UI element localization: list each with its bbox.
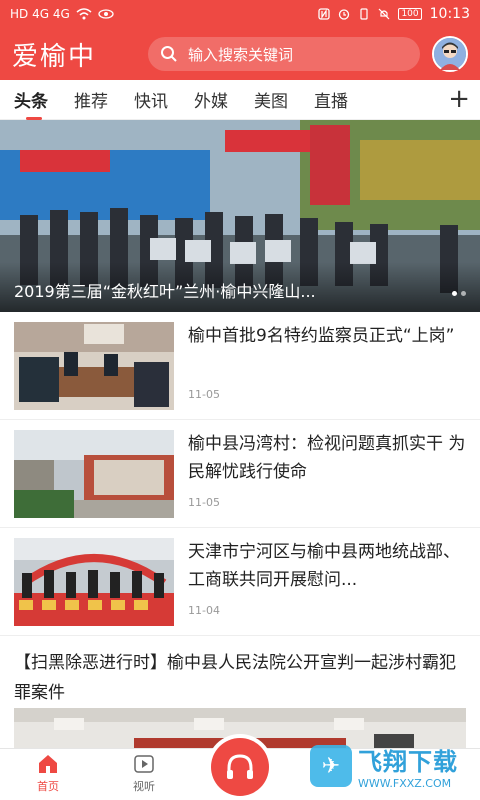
news-thumbnail xyxy=(14,538,174,626)
news-item[interactable]: 榆中首批9名特约监察员正式“上岗” 11-05 xyxy=(0,312,480,420)
network-label: HD 4G 4G xyxy=(10,7,70,21)
news-title: 榆中县冯湾村：检视问题真抓实干 为民解忧践行使命 xyxy=(188,434,466,482)
news-date: 11-05 xyxy=(188,388,220,401)
tab-foreign-media[interactable]: 外媒 xyxy=(194,87,228,112)
nfc-icon xyxy=(318,8,331,20)
tab-photos[interactable]: 美图 xyxy=(254,87,288,112)
news-thumbnail xyxy=(14,322,174,410)
watermark-logo-icon: ✈ xyxy=(310,745,352,787)
battery-indicator: 100 xyxy=(398,8,422,20)
nav-home-label: 首页 xyxy=(37,780,59,793)
channel-tabs: 头条 推荐 快讯 外媒 美图 直播 + xyxy=(0,80,480,120)
status-bar: HD 4G 4G 100 10:13 xyxy=(0,0,480,28)
tab-headlines[interactable]: 头条 xyxy=(14,87,48,120)
user-avatar-icon xyxy=(434,38,466,70)
mute-icon xyxy=(379,8,390,20)
watermark: ✈ 飞翔下载 WWW.FXXZ.COM xyxy=(310,738,472,794)
play-icon xyxy=(134,755,154,773)
home-icon xyxy=(39,755,57,773)
signal-indicators: HD 4G 4G xyxy=(10,7,114,21)
carousel-dot xyxy=(461,291,466,296)
avatar[interactable] xyxy=(432,36,468,72)
nav-video-label: 视听 xyxy=(133,780,155,793)
news-title: 天津市宁河区与榆中县两地统战部、工商联共同开展慰问... xyxy=(188,542,460,590)
app-header: 爱榆中 输入搜索关键词 xyxy=(0,28,480,80)
banner-carousel[interactable]: 2019第三届“金秋红叶”兰州·榆中兴隆山... xyxy=(0,120,480,312)
news-date: 11-05 xyxy=(188,496,220,509)
alarm-icon xyxy=(339,9,350,20)
app-title: 爱榆中 xyxy=(12,41,97,72)
wifi-icon xyxy=(76,8,92,20)
add-channel-button[interactable]: + xyxy=(448,86,470,112)
tab-flash[interactable]: 快讯 xyxy=(134,87,168,112)
audio-center-button[interactable] xyxy=(211,738,269,796)
vibrate-icon xyxy=(360,8,369,20)
tab-live[interactable]: 直播 xyxy=(314,87,348,112)
search-icon xyxy=(161,46,177,62)
news-title: 榆中首批9名特约监察员正式“上岗” xyxy=(188,326,455,346)
news-item[interactable]: 榆中县冯湾村：检视问题真抓实干 为民解忧践行使命 11-05 xyxy=(0,420,480,528)
news-title: 【扫黑除恶进行时】榆中县人民法院公开宣判一起涉村霸犯罪案件 xyxy=(14,653,456,703)
banner-caption: 2019第三届“金秋红叶”兰州·榆中兴隆山... xyxy=(14,282,316,301)
eye-icon xyxy=(98,9,114,19)
news-thumbnail xyxy=(14,430,174,518)
clock: 10:13 xyxy=(429,6,470,22)
nav-video[interactable]: 视听 xyxy=(96,749,192,800)
watermark-brand: 飞翔下载 xyxy=(358,748,458,776)
nav-home[interactable]: 首页 xyxy=(0,749,96,800)
news-date: 11-04 xyxy=(188,604,220,617)
carousel-dots xyxy=(452,291,466,296)
news-item[interactable]: 天津市宁河区与榆中县两地统战部、工商联共同开展慰问... 11-04 xyxy=(0,528,480,636)
tab-recommend[interactable]: 推荐 xyxy=(74,87,108,112)
carousel-dot xyxy=(452,291,457,296)
watermark-url: WWW.FXXZ.COM xyxy=(358,777,452,790)
search-input[interactable]: 输入搜索关键词 xyxy=(148,37,420,71)
search-placeholder: 输入搜索关键词 xyxy=(188,45,294,64)
headphones-icon xyxy=(227,754,253,779)
